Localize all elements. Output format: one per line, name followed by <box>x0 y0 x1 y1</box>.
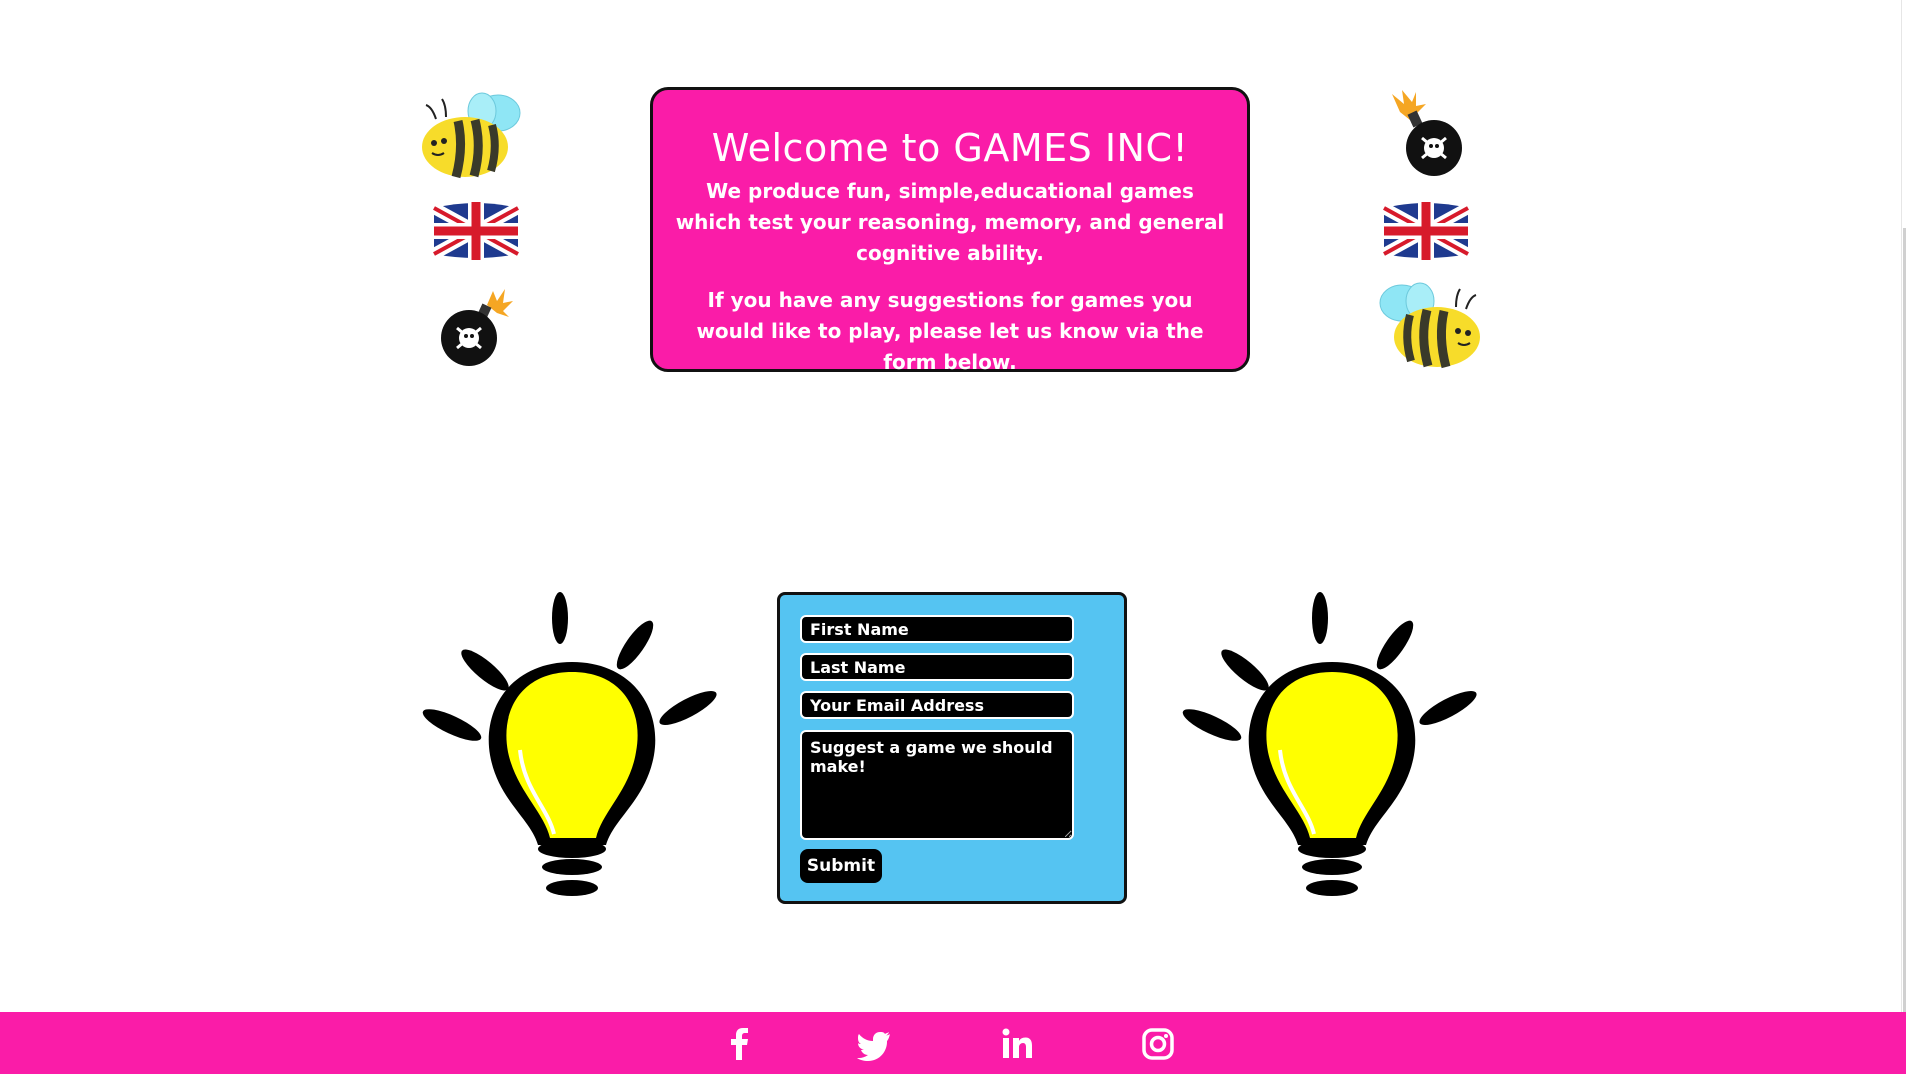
lightbulb-icon <box>422 592 717 896</box>
email-field[interactable] <box>800 691 1074 719</box>
welcome-closing-text: Have fun!! <box>883 391 1017 421</box>
suggestion-form: Submit <box>777 592 1127 904</box>
facebook-link[interactable] <box>722 1026 758 1062</box>
facebook-icon <box>731 1028 748 1060</box>
uk-flag-icon <box>1381 202 1471 260</box>
bomb-icon <box>441 289 513 366</box>
instagram-icon <box>1142 1028 1174 1060</box>
page-title: Welcome to GAMES INC! <box>711 126 1189 170</box>
welcome-intro-text: We produce fun, simple,educational games… <box>675 178 1225 265</box>
twitter-link[interactable] <box>856 1026 892 1062</box>
last-name-field[interactable] <box>800 653 1074 681</box>
welcome-suggestion-text: If you have any suggestions for games yo… <box>696 287 1204 374</box>
lightbulb-icon <box>1182 592 1477 896</box>
bee-icon <box>1379 282 1480 369</box>
footer <box>0 1012 1906 1074</box>
linkedin-icon <box>1002 1028 1032 1058</box>
instagram-link[interactable] <box>1140 1026 1176 1062</box>
twitter-icon <box>857 1032 890 1061</box>
uk-flag-icon <box>431 202 521 260</box>
bee-icon <box>422 92 521 179</box>
suggestion-textarea[interactable] <box>800 730 1074 840</box>
page: Welcome to GAMES INC! We produce fun, si… <box>0 0 1906 1074</box>
bomb-icon <box>1392 90 1462 176</box>
first-name-field[interactable] <box>800 615 1074 643</box>
welcome-panel: Welcome to GAMES INC! We produce fun, si… <box>650 87 1250 421</box>
linkedin-link[interactable] <box>1000 1026 1036 1062</box>
submit-button[interactable]: Submit <box>800 849 882 883</box>
